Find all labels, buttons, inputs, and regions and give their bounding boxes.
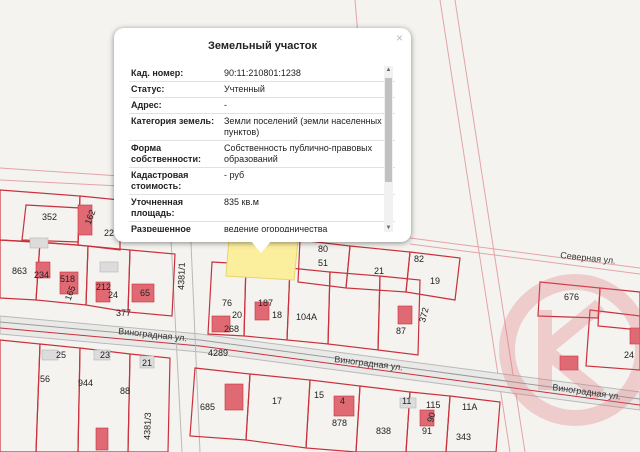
info-row: Уточненная площадь: 835 кв.м	[129, 195, 395, 222]
info-label: Кад. номер:	[131, 68, 184, 78]
info-row: Статус: Учтенный	[129, 82, 395, 98]
label-12: 76	[222, 298, 232, 308]
label-40: 115	[426, 400, 440, 410]
info-label: Адрес:	[131, 100, 162, 110]
label-39: 11	[402, 396, 411, 406]
label-36: 4	[340, 396, 345, 406]
label-5: 518	[60, 274, 75, 284]
label-31: 88	[120, 386, 130, 396]
label-11: 4381/1	[176, 262, 187, 290]
popup-pointer	[250, 240, 272, 253]
info-value: -	[224, 100, 227, 110]
label-37: 878	[332, 418, 347, 428]
parcel-info-popup: Земельный участок × Кад. номер: 90:11:210…	[114, 28, 411, 242]
info-label: Статус:	[131, 84, 165, 94]
info-label: Разрешенное использование:	[131, 224, 191, 232]
scroll-up-icon[interactable]: ▲	[384, 67, 393, 73]
label-41: 91	[422, 426, 432, 436]
label-4: 234	[34, 270, 49, 280]
info-value: Собственность публично-правовых образова…	[224, 143, 373, 164]
info-label: Кадастровая стоимость:	[131, 170, 189, 191]
info-value: - руб	[224, 170, 245, 180]
popup-scrollbar[interactable]: ▲ ▼	[384, 66, 393, 232]
info-value: Учтенный	[224, 84, 265, 94]
label-24: 19	[430, 276, 440, 286]
label-9: 65	[140, 288, 150, 298]
info-value: 90:11:210801:1238	[224, 68, 301, 78]
label-46: 21	[142, 358, 152, 368]
info-row: Категория земель: Земли поселений (земли …	[129, 114, 395, 141]
label-3: 863	[12, 266, 27, 276]
info-label: Уточненная площадь:	[131, 197, 183, 218]
label-44: 343	[456, 432, 471, 442]
label-10: 377	[116, 308, 131, 318]
info-label: Форма собственности:	[131, 143, 201, 164]
label-38: 838	[376, 426, 391, 436]
label-30: 944	[78, 378, 93, 388]
parcel-info-table: Кад. номер: 90:11:210801:1238 Статус: Учтен…	[129, 66, 395, 232]
close-icon[interactable]: ×	[396, 31, 403, 45]
label-23: 82	[414, 254, 424, 264]
map-viewport[interactable]: 352 162 225 863 234 518 165 212 24 65 37…	[0, 0, 640, 452]
info-label: Категория земель:	[131, 116, 215, 126]
label-20: 80	[318, 244, 328, 254]
label-43: 11А	[462, 402, 477, 412]
info-row: Кадастровая стоимость: - руб	[129, 168, 395, 195]
label-26: 24	[624, 350, 634, 360]
label-13: 20	[232, 310, 242, 320]
info-row: Кад. номер: 90:11:210801:1238	[129, 66, 395, 82]
info-row: Форма собственности: Собственность публич…	[129, 141, 395, 168]
label-22: 21	[374, 266, 384, 276]
label-35: 15	[314, 390, 324, 400]
label-15: 187	[258, 298, 273, 308]
label-27: 25	[56, 350, 66, 360]
label-33: 685	[200, 402, 215, 412]
label-16: 18	[272, 310, 282, 320]
label-42: 90	[425, 411, 437, 423]
street-label-3: Северная ул.	[560, 250, 616, 266]
info-value: Земли поселений (земли населенных пункто…	[224, 116, 382, 137]
label-8: 24	[108, 290, 118, 300]
label-45: 4381/3	[142, 412, 153, 440]
scroll-thumb[interactable]	[385, 78, 392, 182]
info-row: Разрешенное использование: ведение огород…	[129, 222, 395, 232]
label-0: 352	[42, 212, 57, 222]
label-18: 87	[396, 326, 406, 336]
popup-title: Земельный участок	[208, 40, 317, 52]
label-17: 104А	[296, 312, 317, 322]
info-row: Адрес: -	[129, 98, 395, 114]
label-34: 17	[272, 396, 282, 406]
label-25: 676	[564, 292, 579, 302]
info-value: 835 кв.м	[224, 197, 259, 207]
label-29: 56	[40, 374, 50, 384]
scroll-down-icon[interactable]: ▼	[384, 225, 393, 231]
info-value: ведение огородничества	[224, 224, 328, 232]
label-28: 23	[100, 350, 110, 360]
label-21: 51	[318, 258, 328, 268]
label-32: 4289	[208, 348, 228, 358]
label-14: 268	[224, 324, 239, 334]
